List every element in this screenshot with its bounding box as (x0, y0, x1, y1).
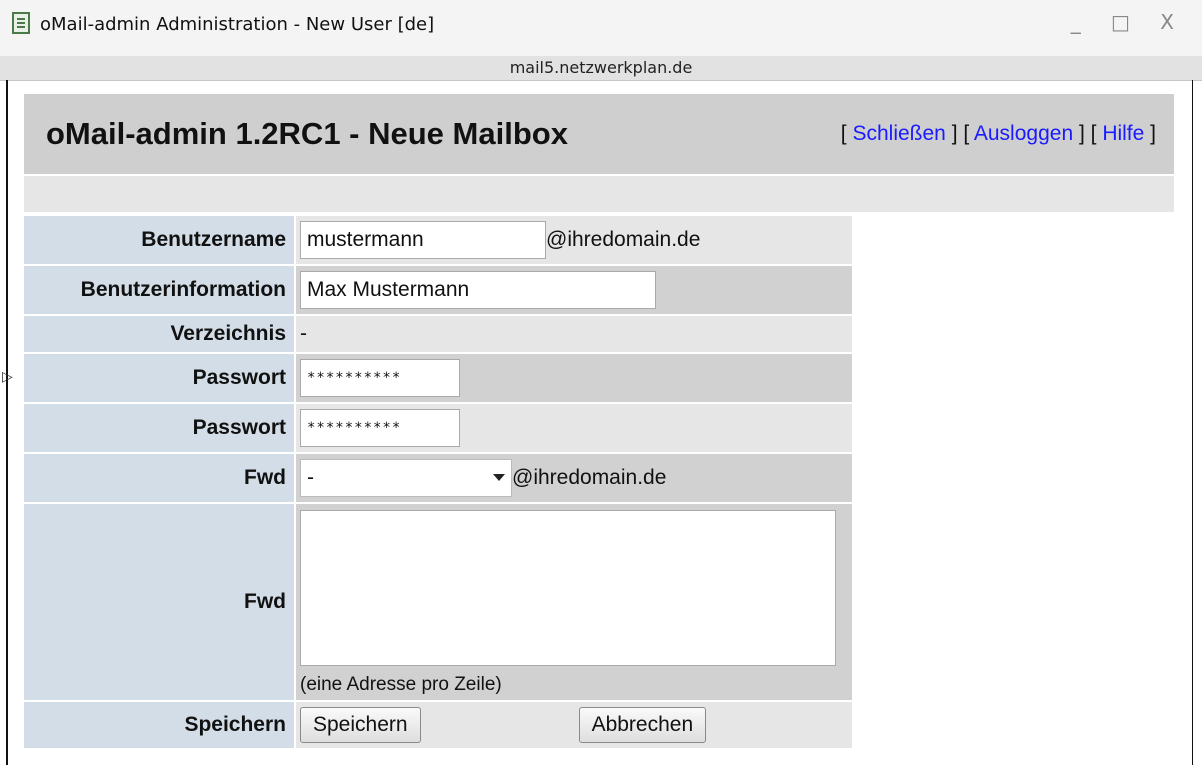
help-link[interactable]: Hilfe (1102, 122, 1144, 145)
username-row: Benutzername @ihredomain.de (24, 216, 852, 264)
password-input[interactable] (300, 359, 460, 397)
directory-row: Verzeichnis - (24, 316, 852, 352)
password-row: Passwort (24, 354, 852, 402)
password-confirm-label: Passwort (24, 404, 294, 452)
password-confirm-row: Passwort (24, 404, 852, 452)
directory-label: Verzeichnis (24, 316, 294, 352)
directory-value: - (296, 316, 852, 352)
fwd-select-label: Fwd (24, 454, 294, 502)
header-links: [ Schließen ] [ Ausloggen ] [ Hilfe ] (840, 122, 1156, 145)
logout-link[interactable]: Ausloggen (974, 122, 1073, 145)
window-controls[interactable]: _ □ X (1071, 10, 1186, 34)
chevron-down-icon (493, 474, 505, 481)
username-label: Benutzername (24, 216, 294, 264)
save-button[interactable]: Speichern (300, 707, 421, 743)
userinfo-label: Benutzerinformation (24, 266, 294, 314)
page-header: oMail-admin 1.2RC1 - Neue Mailbox [ Schl… (24, 94, 1174, 174)
right-border (1192, 80, 1193, 765)
username-domain: @ihredomain.de (546, 228, 701, 251)
page-title: oMail-admin 1.2RC1 - Neue Mailbox (46, 116, 568, 151)
save-row: Speichern Speichern Abbrechen (24, 702, 852, 748)
row-pointer-icon: ▷ (2, 368, 13, 384)
app-icon (12, 12, 30, 34)
fwd-list-label: Fwd (24, 504, 294, 700)
cancel-button[interactable]: Abbrechen (578, 707, 707, 743)
username-input[interactable] (300, 221, 546, 259)
fwd-select-value: - (307, 466, 314, 489)
fwd-addresses-textarea[interactable] (300, 510, 836, 666)
fwd-select-row: Fwd - @ihredomain.de (24, 454, 852, 502)
fwd-domain-select[interactable]: - (300, 459, 512, 497)
password-confirm-input[interactable] (300, 409, 460, 447)
fwd-list-row: Fwd (eine Adresse pro Zeile) (24, 504, 852, 700)
host-bar: mail5.netzwerkplan.de (0, 56, 1202, 81)
userinfo-input[interactable] (300, 271, 656, 309)
password-label: Passwort (24, 354, 294, 402)
window-title: oMail-admin Administration - New User [d… (40, 14, 435, 35)
close-link[interactable]: Schließen (852, 122, 945, 145)
fwd-domain-suffix: @ihredomain.de (512, 466, 667, 489)
new-mailbox-form: Benutzername @ihredomain.de Benutzerinfo… (24, 216, 852, 750)
fwd-list-hint: (eine Adresse pro Zeile) (300, 674, 502, 695)
subheader-bar (24, 176, 1174, 212)
window-titlebar: oMail-admin Administration - New User [d… (0, 0, 1202, 57)
save-label: Speichern (24, 702, 294, 748)
left-border (6, 80, 8, 765)
userinfo-row: Benutzerinformation (24, 266, 852, 314)
